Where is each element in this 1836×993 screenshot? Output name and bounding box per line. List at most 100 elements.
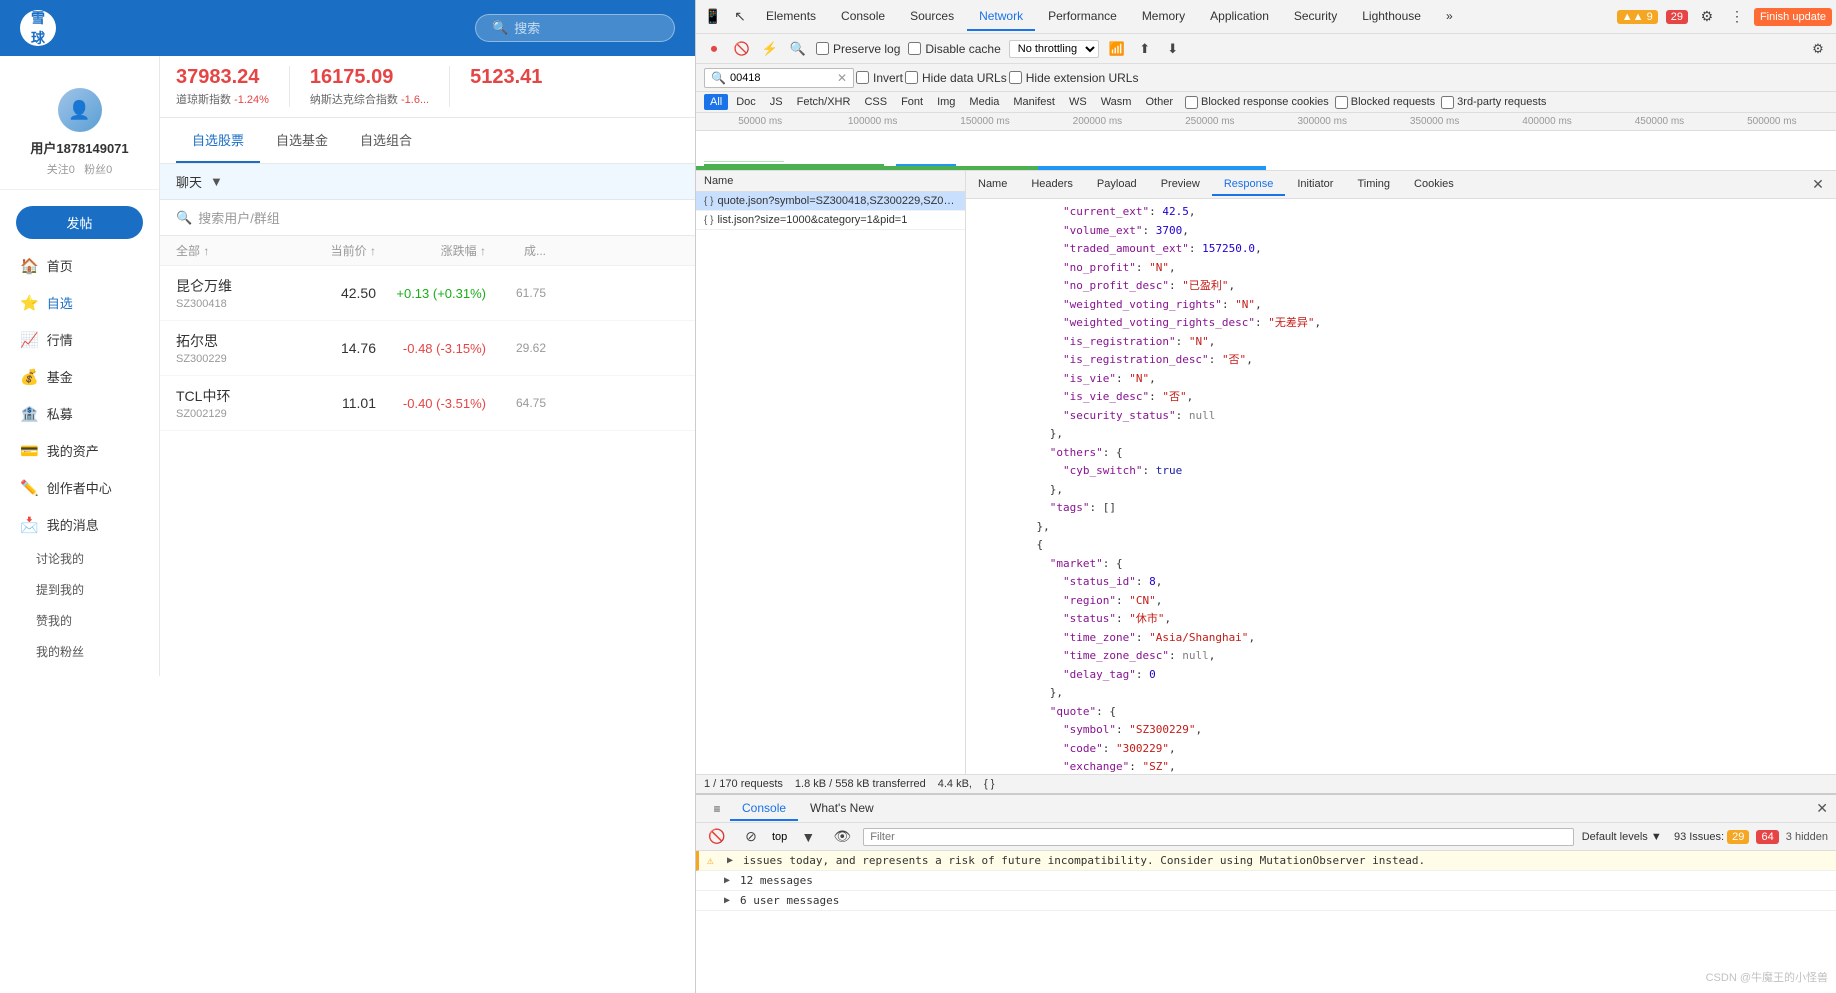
filter-input[interactable] bbox=[730, 72, 833, 84]
expand-arrow-2[interactable]: ▶ bbox=[724, 895, 730, 906]
col-vol-header[interactable]: 成... bbox=[486, 242, 546, 259]
sidebar-item-fund[interactable]: 💰 基金 bbox=[0, 358, 159, 395]
expand-arrow-1[interactable]: ▶ bbox=[724, 875, 730, 886]
detail-tab-initiator[interactable]: Initiator bbox=[1285, 174, 1345, 196]
filter-type-css[interactable]: CSS bbox=[858, 94, 893, 110]
col-name-header[interactable]: 全部 ↑ bbox=[176, 242, 296, 259]
stock-search[interactable]: 🔍 搜索用户/群组 bbox=[160, 200, 695, 236]
filter-type-doc[interactable]: Doc bbox=[730, 94, 762, 110]
filter-search-box[interactable]: 🔍 ✕ bbox=[704, 68, 854, 88]
settings-network-icon[interactable]: ⚙ bbox=[1808, 39, 1828, 59]
record-button[interactable]: ⏺ bbox=[704, 39, 724, 59]
console-tab-console[interactable]: Console bbox=[730, 797, 798, 821]
invert-checkbox[interactable] bbox=[856, 71, 869, 84]
tab-memory[interactable]: Memory bbox=[1130, 3, 1197, 31]
more-icon[interactable]: ⋮ bbox=[1724, 4, 1750, 30]
preserve-log-checkbox[interactable] bbox=[816, 42, 829, 55]
devtools-device-icon[interactable]: 📱 bbox=[700, 4, 726, 30]
devtools-inspect-icon[interactable]: ↖ bbox=[727, 4, 753, 30]
tab-application[interactable]: Application bbox=[1198, 3, 1281, 31]
search-input[interactable] bbox=[514, 21, 658, 36]
third-party-cb[interactable] bbox=[1441, 96, 1454, 109]
detail-tab-preview[interactable]: Preview bbox=[1149, 174, 1212, 196]
request-item-1[interactable]: { } list.json?size=1000&category=1&pid=1 bbox=[696, 211, 965, 230]
console-context-arrow[interactable]: ▼ bbox=[795, 824, 821, 850]
tab-sources[interactable]: Sources bbox=[898, 3, 966, 31]
tab-stocks[interactable]: 自选股票 bbox=[176, 118, 260, 163]
filter-type-js[interactable]: JS bbox=[764, 94, 789, 110]
tab-elements[interactable]: Elements bbox=[754, 3, 828, 31]
detail-tab-response[interactable]: Response bbox=[1212, 174, 1286, 196]
filter-type-other[interactable]: Other bbox=[1139, 94, 1179, 110]
stock-item-1[interactable]: 拓尔思 SZ300229 14.76 -0.48 (-3.15%) 29.62 bbox=[160, 321, 695, 376]
detail-tab-cookies[interactable]: Cookies bbox=[1402, 174, 1466, 196]
nav-sub-mention[interactable]: 提到我的 bbox=[0, 574, 159, 605]
filter-type-ws[interactable]: WS bbox=[1063, 94, 1093, 110]
filter-type-img[interactable]: Img bbox=[931, 94, 961, 110]
tab-security[interactable]: Security bbox=[1282, 3, 1349, 31]
col-change-header[interactable]: 涨跌幅 ↑ bbox=[376, 242, 486, 259]
nav-sub-like[interactable]: 赞我的 bbox=[0, 605, 159, 636]
filter-type-media[interactable]: Media bbox=[963, 94, 1005, 110]
hide-data-urls-checkbox[interactable] bbox=[905, 71, 918, 84]
throttle-select[interactable]: No throttling bbox=[1009, 40, 1099, 58]
filter-type-wasm[interactable]: Wasm bbox=[1095, 94, 1138, 110]
hide-ext-urls-checkbox[interactable] bbox=[1009, 71, 1022, 84]
sidebar-item-market[interactable]: 📈 行情 bbox=[0, 321, 159, 358]
filter-type-all[interactable]: All bbox=[704, 94, 728, 110]
sidebar-item-private[interactable]: 🏦 私募 bbox=[0, 395, 159, 432]
console-sidebar-icon[interactable]: ≡ bbox=[704, 796, 730, 822]
console-clear2-icon[interactable]: ⊘ bbox=[738, 824, 764, 850]
nav-sub-discuss[interactable]: 讨论我的 bbox=[0, 543, 159, 574]
clear-button[interactable]: 🚫 bbox=[732, 39, 752, 59]
filter-icon[interactable]: ⚡ bbox=[760, 39, 780, 59]
tab-performance[interactable]: Performance bbox=[1036, 3, 1129, 31]
import-icon[interactable]: ⬆ bbox=[1135, 39, 1155, 59]
stock-item-2[interactable]: TCL中环 SZ002129 11.01 -0.40 (-3.51%) 64.7… bbox=[160, 376, 695, 431]
sidebar-item-creator[interactable]: ✏️ 创作者中心 bbox=[0, 469, 159, 506]
expand-arrow-0[interactable]: ▶ bbox=[727, 855, 733, 866]
console-filter-input[interactable] bbox=[863, 828, 1573, 846]
disable-cache-checkbox[interactable] bbox=[908, 42, 921, 55]
request-item-0[interactable]: { } quote.json?symbol=SZ300418,SZ300229,… bbox=[696, 192, 965, 211]
stock-item-0[interactable]: 昆仑万维 SZ300418 42.50 +0.13 (+0.31%) 61.75 bbox=[160, 266, 695, 321]
tab-lighthouse[interactable]: Lighthouse bbox=[1350, 3, 1433, 31]
tab-funds[interactable]: 自选基金 bbox=[260, 118, 344, 163]
filter-type-manifest[interactable]: Manifest bbox=[1007, 94, 1061, 110]
blocked-requests-cb[interactable] bbox=[1335, 96, 1348, 109]
filter-type-fetch[interactable]: Fetch/XHR bbox=[791, 94, 857, 110]
wifi-icon[interactable]: 📶 bbox=[1107, 39, 1127, 59]
filter-clear-icon[interactable]: ✕ bbox=[837, 71, 847, 85]
nav-sub-fans[interactable]: 我的粉丝 bbox=[0, 636, 159, 667]
search-network-icon[interactable]: 🔍 bbox=[788, 39, 808, 59]
tab-network[interactable]: Network bbox=[967, 3, 1035, 31]
xq-search-bar[interactable]: 🔍 bbox=[475, 14, 675, 42]
detail-tab-name[interactable]: Name bbox=[966, 174, 1019, 196]
settings-icon[interactable]: ⚙ bbox=[1694, 4, 1720, 30]
tab-console[interactable]: Console bbox=[829, 3, 897, 31]
filter-type-font[interactable]: Font bbox=[895, 94, 929, 110]
sidebar-item-watchlist[interactable]: ⭐ 自选 bbox=[0, 284, 159, 321]
tab-more[interactable]: » bbox=[1434, 3, 1465, 31]
export-icon[interactable]: ⬇ bbox=[1163, 39, 1183, 59]
col-price-header[interactable]: 当前价 ↑ bbox=[296, 242, 376, 259]
sidebar-item-messages[interactable]: 📩 我的消息 bbox=[0, 506, 159, 543]
finish-update-button[interactable]: Finish update bbox=[1754, 8, 1832, 26]
detail-tab-timing[interactable]: Timing bbox=[1345, 174, 1402, 196]
sidebar-item-home[interactable]: 🏠 首页 bbox=[0, 247, 159, 284]
console-eye-icon[interactable]: 👁 bbox=[829, 824, 855, 850]
tl-500k: 500000 ms bbox=[1716, 116, 1828, 127]
post-button[interactable]: 发帖 bbox=[16, 206, 143, 239]
tl-150k: 150000 ms bbox=[929, 116, 1041, 127]
detail-tab-payload[interactable]: Payload bbox=[1085, 174, 1149, 196]
console-close-button[interactable]: ✕ bbox=[1816, 800, 1828, 817]
detail-tab-headers[interactable]: Headers bbox=[1019, 174, 1085, 196]
detail-close-button[interactable]: ✕ bbox=[1808, 175, 1828, 195]
blocked-cookies-cb[interactable] bbox=[1185, 96, 1198, 109]
tab-portfolio[interactable]: 自选组合 bbox=[344, 118, 428, 163]
name-col-header[interactable]: Name bbox=[704, 175, 733, 187]
console-clear-icon[interactable]: 🚫 bbox=[704, 824, 730, 850]
sidebar-item-assets[interactable]: 💳 我的资产 bbox=[0, 432, 159, 469]
console-tab-whatsnew[interactable]: What's New bbox=[798, 797, 886, 821]
chat-expand-icon[interactable]: ▼ bbox=[210, 174, 223, 189]
